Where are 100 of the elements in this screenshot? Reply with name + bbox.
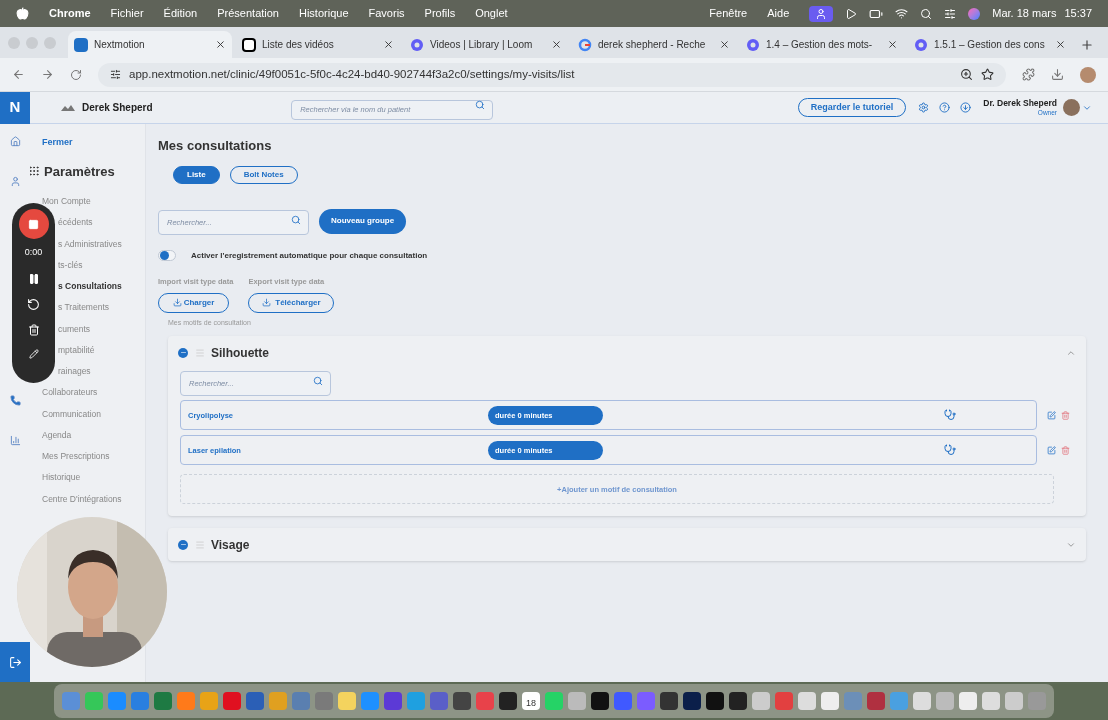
browser-tab[interactable]: Liste des vidéos — [236, 31, 400, 58]
menu-item[interactable]: Chrome — [49, 5, 91, 22]
sidebar-item[interactable]: Historique — [42, 471, 81, 484]
menu-item[interactable]: Fenêtre — [709, 5, 748, 22]
window-zoom-control[interactable] — [44, 36, 56, 49]
menu-item[interactable]: Aide — [767, 5, 790, 22]
new-tab-icon[interactable] — [1080, 38, 1094, 52]
app-logo[interactable]: N — [0, 91, 30, 124]
back-icon[interactable] — [12, 68, 25, 81]
pencil-icon[interactable] — [28, 348, 39, 359]
browser-tab[interactable]: Videos | Library | Loom — [404, 31, 568, 58]
calendar-icon[interactable]: 18 — [522, 692, 540, 710]
sidebar-item[interactable]: Agenda — [42, 428, 72, 442]
sidebar-item[interactable]: Collaborateurs — [42, 386, 98, 399]
dock-app-icon[interactable] — [338, 692, 356, 710]
dock-app-icon[interactable] — [246, 692, 264, 710]
sidebar-item[interactable]: Mes Prescriptions — [42, 450, 110, 463]
pause-icon[interactable] — [27, 272, 40, 285]
menu-item[interactable]: Onglet — [475, 5, 508, 22]
sidebar-item[interactable]: cuments — [58, 322, 91, 336]
close-icon[interactable] — [551, 39, 562, 50]
close-icon[interactable] — [383, 39, 394, 50]
dock-app-icon[interactable] — [959, 692, 977, 710]
user-avatar[interactable] — [1063, 99, 1080, 116]
dock-app-icon[interactable] — [591, 692, 609, 710]
window-minimize-control[interactable] — [26, 36, 38, 49]
edit-icon[interactable] — [1047, 410, 1056, 420]
sidebar-item[interactable]: Mon Compte — [42, 195, 91, 208]
browser-tab[interactable]: derek shepherd - Reche — [572, 31, 736, 58]
dock-app-icon[interactable] — [384, 692, 402, 710]
browser-tab[interactable]: 1.4 – Gestion des mots- — [740, 31, 904, 58]
sidebar-item[interactable]: s Administratives — [58, 237, 122, 251]
sidebar-item[interactable]: mptabilité — [58, 343, 95, 357]
phone-icon[interactable] — [9, 395, 21, 406]
sidebar-item[interactable]: Communication — [42, 407, 102, 421]
close-link[interactable]: Fermer — [42, 136, 145, 150]
menu-time[interactable]: 15:37 — [1064, 5, 1092, 22]
window-close-control[interactable] — [8, 36, 20, 49]
extensions-icon[interactable] — [1022, 68, 1035, 81]
sidebar-item[interactable]: ts-clés — [58, 258, 83, 272]
wifi-icon[interactable] — [895, 7, 909, 20]
address-bar[interactable]: app.nextmotion.net/clinic/49f0051c-5f0c-4c24-bd40-902744f3a2c0/settings/my-visits/list — [98, 62, 1006, 87]
menu-item[interactable]: Édition — [163, 5, 198, 22]
dock-app-icon[interactable] — [660, 692, 678, 710]
dock-app-icon[interactable] — [752, 692, 770, 710]
dock-app-icon[interactable] — [821, 692, 839, 710]
stethoscope-icon[interactable] — [944, 444, 956, 457]
download-icon[interactable] — [1051, 68, 1064, 81]
dock-app-icon[interactable] — [867, 692, 885, 710]
stop-button[interactable] — [18, 209, 49, 239]
menu-item[interactable]: Fichier — [110, 5, 144, 22]
settings-icon[interactable] — [918, 102, 930, 113]
control-center-icon[interactable] — [944, 7, 957, 20]
help-icon[interactable] — [939, 102, 951, 113]
logout-button[interactable] — [0, 642, 30, 682]
dock-app-icon[interactable] — [499, 692, 517, 710]
close-icon[interactable] — [887, 39, 898, 50]
forward-icon[interactable] — [41, 68, 54, 81]
sidebar-item[interactable]: rainages — [58, 365, 91, 378]
trash-icon[interactable] — [27, 323, 40, 336]
restart-icon[interactable] — [27, 297, 40, 311]
play-icon[interactable] — [845, 7, 858, 20]
browser-tab[interactable]: Nextmotion — [68, 31, 232, 58]
bookmark-star-icon[interactable] — [981, 68, 994, 81]
menu-date[interactable]: Mar. 18 mars — [992, 5, 1057, 22]
chart-icon[interactable] — [9, 435, 21, 446]
collapse-icon[interactable] — [178, 539, 188, 550]
sidebar-item[interactable]: s Traitements — [58, 301, 110, 314]
dock-app-icon[interactable] — [729, 692, 747, 710]
dock-app-icon[interactable] — [798, 692, 816, 710]
collapse-icon[interactable] — [178, 347, 188, 358]
close-icon[interactable] — [719, 39, 730, 50]
search-icon[interactable] — [920, 7, 933, 20]
dock-app-icon[interactable] — [913, 692, 931, 710]
dock-app-icon[interactable] — [453, 692, 471, 710]
close-icon[interactable] — [215, 39, 226, 50]
dock-app-icon[interactable] — [1005, 692, 1023, 710]
menu-item[interactable]: Profils — [424, 5, 456, 22]
sidebar-item[interactable]: Centre D'intégrations — [42, 492, 122, 506]
browser-tab[interactable]: 1.5.1 – Gestion des cons — [908, 31, 1072, 58]
menu-item[interactable]: Historique — [299, 5, 349, 22]
menu-item[interactable]: Présentation — [217, 5, 279, 22]
edit-icon[interactable] — [1047, 445, 1056, 455]
siri-icon[interactable] — [968, 7, 981, 20]
stethoscope-icon[interactable] — [944, 409, 956, 422]
close-icon[interactable] — [1055, 39, 1066, 50]
profile-avatar[interactable] — [1080, 66, 1096, 83]
sidebar-item[interactable]: écédents — [58, 216, 93, 229]
site-settings-icon[interactable] — [110, 69, 121, 80]
new-group-button[interactable]: Nouveau groupe — [319, 208, 407, 234]
reload-icon[interactable] — [70, 68, 82, 81]
user-icon[interactable] — [9, 176, 21, 187]
sidebar-item[interactable]: s Consultations — [58, 280, 122, 293]
zoom-icon[interactable] — [960, 68, 973, 81]
menu-item[interactable]: Favoris — [368, 5, 405, 22]
apple-logo-icon[interactable] — [16, 7, 29, 20]
dock-app-icon[interactable] — [683, 692, 701, 710]
auto-record-toggle[interactable] — [158, 250, 176, 261]
dock-app-icon[interactable] — [982, 692, 1000, 710]
download-icon[interactable] — [960, 102, 972, 113]
